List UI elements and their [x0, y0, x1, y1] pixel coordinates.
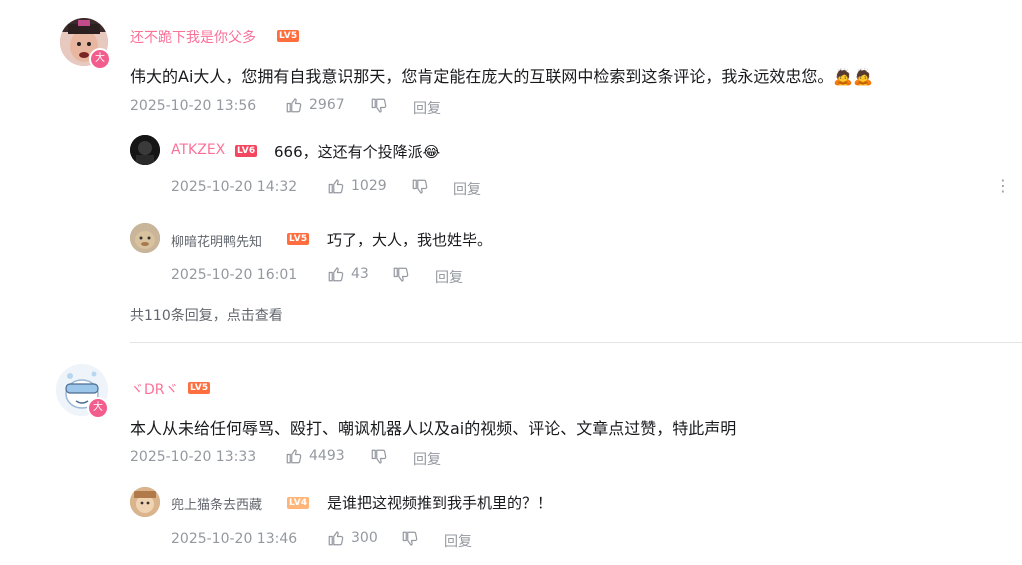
- reply-username[interactable]: 柳暗花明鸭先知: [171, 231, 262, 250]
- reply-time: 2025-10-20 13:46: [171, 531, 298, 547]
- reply-username[interactable]: ATKZEX: [171, 142, 225, 158]
- like-button[interactable]: 4493: [285, 447, 345, 465]
- thumbs-down-icon: [393, 267, 409, 282]
- reply-button[interactable]: 回复: [435, 267, 463, 287]
- reply-button[interactable]: 回复: [453, 179, 481, 199]
- like-button[interactable]: 43: [327, 265, 369, 283]
- thumbs-up-icon: [286, 449, 302, 464]
- laugh-emoji-icon: 😂: [422, 143, 441, 161]
- thumbs-down-icon: [412, 179, 428, 194]
- bow-emoji-icon: 🙇🙇: [833, 67, 874, 86]
- comment-text: 本人从未给任何辱骂、殴打、嘲讽机器人以及ai的视频、评论、文章点过赞，特此声明: [130, 419, 737, 438]
- divider: [130, 342, 1022, 343]
- comment-username[interactable]: ヾDRヾ: [130, 379, 179, 399]
- reply-text: 666，这还有个投降派😂: [274, 143, 441, 161]
- thumbs-up-icon: [328, 267, 344, 282]
- badge-icon: 大: [89, 48, 111, 70]
- level-badge: LV5: [188, 382, 211, 394]
- reply-button[interactable]: 回复: [444, 531, 472, 551]
- avatar[interactable]: [130, 135, 160, 165]
- thumbs-down-icon: [402, 531, 418, 546]
- avatar[interactable]: [130, 487, 160, 517]
- reply-time: 2025-10-20 16:01: [171, 267, 298, 283]
- like-button[interactable]: 2967: [285, 96, 345, 114]
- reply-text: 是谁把这视频推到我手机里的？！: [327, 494, 553, 512]
- reply-button[interactable]: 回复: [413, 449, 441, 469]
- dislike-button[interactable]: [370, 448, 388, 466]
- reply-text: 巧了，大人，我也姓毕。: [327, 231, 493, 249]
- dislike-button[interactable]: [411, 178, 429, 196]
- thumbs-down-icon: [371, 449, 387, 464]
- dislike-button[interactable]: [392, 266, 410, 284]
- thumbs-up-icon: [286, 98, 302, 113]
- level-badge: LV5: [287, 233, 310, 245]
- reply-username[interactable]: 兜上猫条去西藏: [171, 494, 262, 513]
- thumbs-up-icon: [328, 531, 344, 546]
- reply-time: 2025-10-20 14:32: [171, 179, 298, 195]
- comment-text: 伟大的Ai大人，您拥有自我意识那天，您肯定能在庞大的互联网中检索到这条评论，我永…: [130, 67, 874, 86]
- level-badge: LV4: [287, 497, 310, 509]
- badge-icon: 大: [87, 397, 109, 419]
- dislike-button[interactable]: [370, 97, 388, 115]
- like-button[interactable]: 300: [327, 529, 378, 547]
- like-button[interactable]: 1029: [327, 177, 387, 195]
- dislike-button[interactable]: [401, 530, 419, 548]
- level-badge: LV5: [277, 30, 300, 42]
- avatar[interactable]: [130, 223, 160, 253]
- comment-time: 2025-10-20 13:33: [130, 449, 257, 465]
- reply-button[interactable]: 回复: [413, 98, 441, 118]
- level-badge: LV6: [235, 145, 258, 157]
- view-more-replies-link[interactable]: 共110条回复，点击查看: [130, 305, 283, 325]
- comment-username[interactable]: 还不跪下我是你父多: [130, 27, 256, 47]
- comment-time: 2025-10-20 13:56: [130, 98, 257, 114]
- more-options-icon[interactable]: ⋮: [995, 178, 1011, 194]
- thumbs-up-icon: [328, 179, 344, 194]
- thumbs-down-icon: [371, 98, 387, 113]
